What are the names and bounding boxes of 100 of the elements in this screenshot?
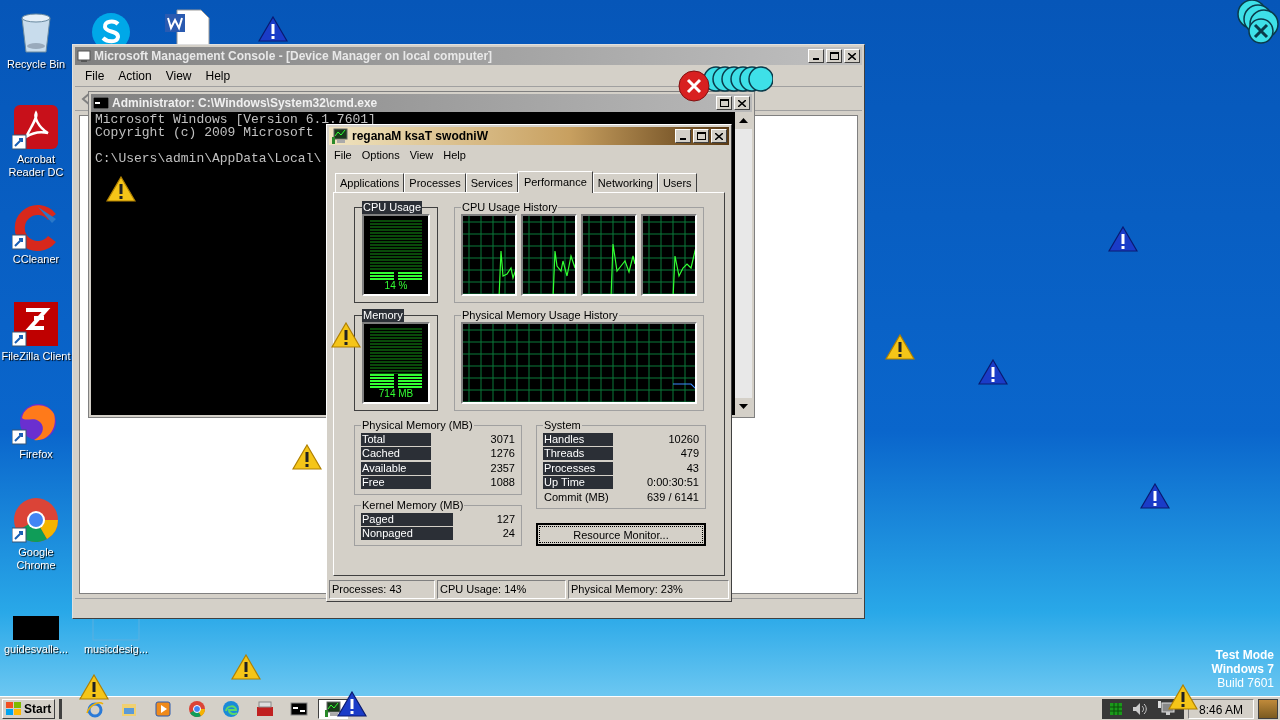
- warning-icon: [331, 322, 361, 348]
- warning-icon: [79, 674, 109, 700]
- stat-value: 0:00:30:51: [647, 476, 699, 490]
- stat-label: Cached: [361, 447, 431, 461]
- warning-icon: [885, 334, 915, 360]
- maximize-button[interactable]: [826, 49, 842, 63]
- group-title: Kernel Memory (MB): [361, 498, 465, 512]
- scroll-up-icon[interactable]: [735, 112, 752, 129]
- show-desktop-button[interactable]: [1258, 698, 1278, 719]
- word-document-icon: [163, 8, 211, 46]
- menu-item[interactable]: View: [159, 66, 198, 85]
- warning-icon: [258, 16, 288, 42]
- menu-item[interactable]: File: [79, 66, 111, 85]
- tab[interactable]: Performance: [517, 170, 593, 193]
- stat-value: 1088: [490, 476, 515, 490]
- status-bar-field: CPU Usage: 14%: [437, 580, 566, 599]
- stat-label: Commit (MB): [543, 490, 610, 504]
- warning-icon: [1108, 226, 1138, 252]
- desktop-icon-label[interactable]: FileZilla Client: [1, 350, 71, 363]
- stat-label: Nonpaged: [361, 527, 453, 541]
- clock[interactable]: 8:46 AM: [1187, 698, 1254, 719]
- console-line: Microsoft Windows [Version 6.1.7601]: [95, 113, 376, 126]
- meter-title: Memory: [362, 308, 404, 322]
- status-bar-field: Physical Memory: 23%: [568, 580, 729, 599]
- start-button[interactable]: Start: [2, 698, 56, 719]
- close-button[interactable]: [734, 96, 750, 110]
- maximize-icon: [829, 52, 839, 60]
- stat-value: 43: [686, 461, 699, 475]
- stat-label: Free: [361, 476, 431, 490]
- maximize-icon: [719, 99, 729, 107]
- group-title: System: [543, 418, 582, 432]
- scrollbar[interactable]: [735, 112, 752, 415]
- desktop-icon-label[interactable]: Recycle Bin: [6, 58, 66, 71]
- menu-item[interactable]: Options: [356, 146, 405, 164]
- command-prompt-icon: [93, 97, 109, 109]
- stat-label: Up Time: [543, 476, 613, 490]
- minimize-button[interactable]: [808, 49, 824, 63]
- internet-explorer-icon: [86, 699, 105, 718]
- minimize-button[interactable]: [675, 129, 691, 143]
- close-icon: [715, 132, 723, 140]
- file-thumbnail-icon: [12, 615, 60, 641]
- desktop-icon-label[interactable]: Acrobat Reader DC: [0, 153, 72, 179]
- filezilla-icon: [12, 300, 60, 348]
- stat-value: 3071: [490, 432, 515, 446]
- stat-value: 1276: [490, 447, 515, 461]
- stat-value: 10260: [668, 432, 699, 446]
- menu-item[interactable]: Help: [199, 66, 237, 85]
- stat-label: Processes: [543, 461, 613, 475]
- stat-value: 127: [496, 512, 515, 526]
- warning-icon: [1168, 684, 1198, 710]
- stat-label: Available: [361, 461, 431, 475]
- warning-icon: [106, 176, 136, 202]
- close-button[interactable]: [844, 49, 860, 63]
- close-icon: [848, 52, 856, 60]
- desktop-notice-text: Windows 7: [1211, 662, 1274, 676]
- resource-monitor-button[interactable]: Resource Monitor...: [536, 523, 706, 547]
- tab[interactable]: Processes: [404, 172, 466, 192]
- grid-icon: [1109, 702, 1122, 715]
- speaker-icon: [1131, 701, 1148, 716]
- stat-value: 479: [680, 447, 699, 461]
- close-button[interactable]: [711, 129, 727, 143]
- meter-reading: 714 MB: [378, 387, 414, 400]
- task-manager-icon: [331, 127, 349, 145]
- meter-title: CPU Usage: [362, 200, 423, 214]
- tab[interactable]: Services: [465, 172, 518, 192]
- task-manager-icon: [324, 699, 343, 718]
- tab[interactable]: Networking: [592, 172, 658, 192]
- menu-item[interactable]: Help: [438, 146, 471, 164]
- stat-label: Handles: [543, 432, 613, 446]
- tab[interactable]: Applications: [335, 172, 405, 192]
- maximize-button[interactable]: [716, 96, 732, 110]
- acrobat-icon: [12, 103, 60, 151]
- maximize-button[interactable]: [693, 129, 709, 143]
- window-title: Administrator: C:\Windows\System32\cmd.exe: [112, 95, 378, 112]
- maximize-icon: [696, 132, 706, 140]
- status-bar-field: Processes: 43: [329, 580, 435, 599]
- scroll-down-icon[interactable]: [735, 398, 752, 415]
- desktop-icon-label[interactable]: Firefox: [19, 448, 53, 461]
- menu-item[interactable]: File: [329, 146, 357, 164]
- error-icon: [678, 70, 710, 102]
- window-title: reganaM ksaT swodniW: [352, 128, 489, 145]
- menu-item[interactable]: Action: [112, 66, 158, 85]
- tab[interactable]: Users: [657, 172, 697, 192]
- warning-icon: [978, 359, 1008, 385]
- group-title: CPU Usage History: [461, 200, 559, 214]
- desktop-icon-label[interactable]: CCleaner: [12, 253, 60, 266]
- menu-item[interactable]: View: [404, 146, 439, 164]
- stat-label: Threads: [543, 447, 613, 461]
- close-icon: [738, 99, 746, 107]
- warning-icon: [292, 444, 322, 470]
- stat-value: 2357: [490, 461, 515, 475]
- toolbox-icon: [256, 699, 275, 718]
- desktop-notice-text: Build 7601: [1217, 676, 1274, 690]
- windows-logo-icon: [6, 701, 22, 716]
- warning-icon: [231, 654, 261, 680]
- stat-value: 639 / 6141: [647, 490, 699, 504]
- stat-label: Paged: [361, 512, 453, 526]
- console-icon: [77, 49, 91, 63]
- console-line: C:\Users\admin\AppData\Local\: [95, 152, 322, 165]
- group-title: Physical Memory (MB): [361, 418, 474, 432]
